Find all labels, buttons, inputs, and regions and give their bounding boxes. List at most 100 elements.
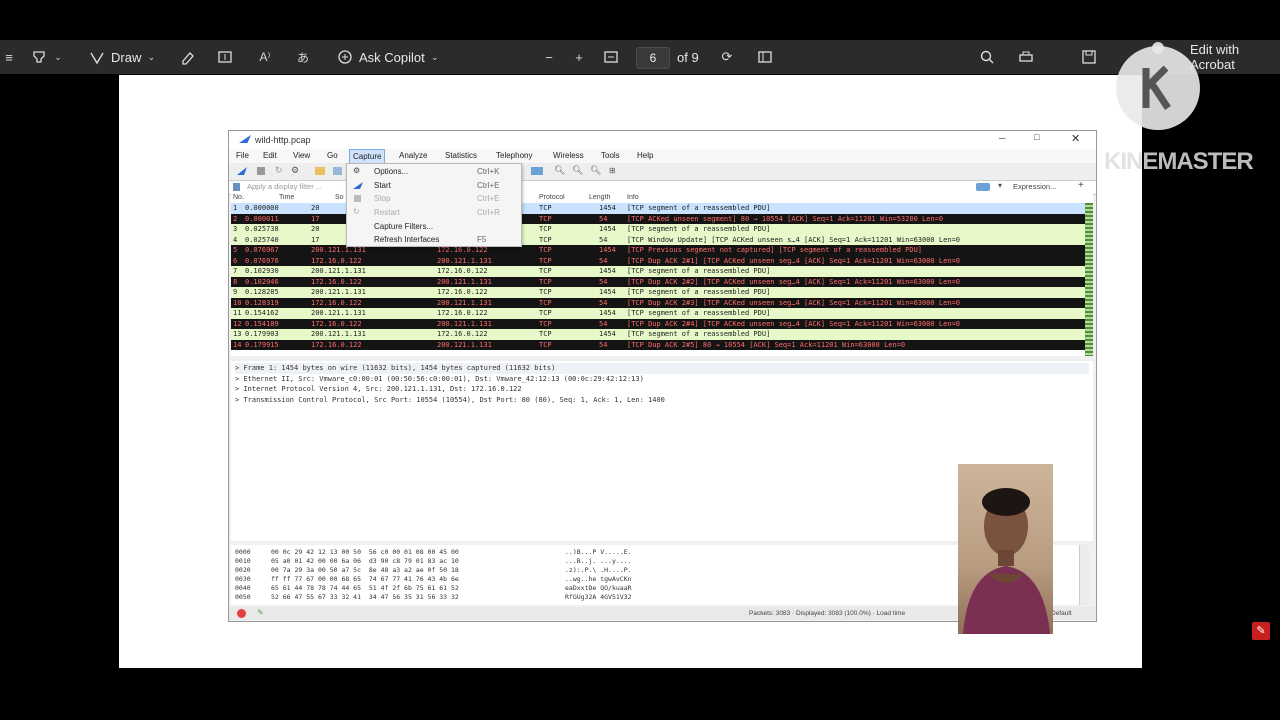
search-button[interactable] [978,40,996,74]
packet-time: 0.076967 [245,246,279,254]
packet-length: 1454 [599,225,616,233]
print-button[interactable] [1017,40,1035,74]
read-aloud-icon: A⁾ [259,50,271,64]
fit-page-button[interactable] [602,40,620,74]
bookmark-icon[interactable] [233,183,240,191]
menu-go[interactable]: Go [327,151,338,160]
zoom-out-button[interactable]: − [540,40,558,74]
col-source[interactable]: So [335,194,344,201]
draw-button[interactable]: Draw ⌄ [88,40,156,74]
menu-item-options[interactable]: ⚙ Options... Ctrl+K [347,165,521,178]
table-row[interactable]: 14 0.179915 172.16.0.122 200.121.1.131 TCP 54… [231,339,1093,350]
col-info[interactable]: Info [627,194,639,201]
menu-tools[interactable]: Tools [601,151,620,160]
expert-info-icon[interactable] [237,609,246,618]
packet-destination: 200.121.1.131 [437,277,492,286]
packet-protocol: TCP [539,246,552,254]
read-aloud-button[interactable]: A⁾ [256,40,274,74]
menu-telephony[interactable]: Telephony [496,151,532,160]
table-row[interactable]: 11 0.154162 200.121.1.131 172.16.0.122 TCP 14… [231,308,1093,319]
stop-capture-icon[interactable] [257,167,265,175]
menu-item-label: Restart [374,208,400,217]
display-filter-input[interactable]: Apply a display filter ... [247,182,322,191]
packet-source: 172.16.0.122 [311,256,362,265]
apply-filter-arrow-icon[interactable] [976,183,990,191]
menu-icon[interactable]: ≡ [0,40,18,74]
packet-length: 1454 [599,309,616,317]
packet-time: 0.154162 [245,309,279,317]
save-button[interactable] [1080,40,1098,74]
detail-tree-item[interactable]: > Internet Protocol Version 4, Src: 200.… [235,384,1089,395]
maximize-icon[interactable]: □ [1034,132,1039,142]
menu-item-refresh-interfaces[interactable]: Refresh Interfaces F5 [347,233,521,246]
zoom-in-icon[interactable]: 🔍︎ [554,165,565,176]
col-protocol[interactable]: Protocol [539,194,565,201]
detail-tree-item[interactable]: > Frame 1: 1454 bytes on wire (11632 bit… [235,363,1089,374]
eraser-button[interactable] [178,40,196,74]
menu-capture[interactable]: Capture [349,149,386,164]
close-icon[interactable]: ✕ [1071,132,1080,145]
menu-help[interactable]: Help [637,151,653,160]
table-row[interactable]: 8 0.102946 172.16.0.122 200.121.1.131 TCP 54 [… [231,276,1093,287]
detail-tree-item[interactable]: > Transmission Control Protocol, Src Por… [235,395,1089,406]
capture-options-icon[interactable]: ⚙ [291,165,299,176]
packet-length: 54 [599,319,608,328]
packet-no: 11 [233,309,242,317]
translate-button[interactable]: あ [294,40,312,74]
menu-file[interactable]: File [236,151,249,160]
menu-view[interactable]: View [293,151,310,160]
text-box-button[interactable] [216,40,234,74]
page-number-input[interactable]: 6 [636,47,670,69]
profile-label[interactable]: Default [1051,610,1072,617]
col-length[interactable]: Length [589,194,610,201]
open-file-icon[interactable] [315,167,325,175]
table-row[interactable]: 7 0.102930 200.121.1.131 172.16.0.122 TCP 145… [231,266,1093,277]
normal-size-icon[interactable]: 🔍︎ [590,165,601,176]
menu-edit[interactable]: Edit [263,151,277,160]
ask-copilot-button[interactable]: Ask Copilot ⌄ [336,40,440,74]
zoom-in-button[interactable]: + [570,40,588,74]
table-row[interactable]: 10 0.128319 172.16.0.122 200.121.1.131 TCP 54… [231,297,1093,308]
highlight-tool[interactable]: ⌄ [30,40,63,74]
menu-item-start[interactable]: Start Ctrl+E [347,179,521,192]
packet-protocol: TCP [539,267,552,275]
capture-menu-dropdown: ⚙ Options... Ctrl+K Start Ctrl+E Stop Ct… [346,163,522,247]
col-time[interactable]: Time [279,194,294,201]
menu-item-restart[interactable]: ↻ Restart Ctrl+R [347,206,521,219]
save-file-icon[interactable] [333,167,342,175]
packet-length: 1454 [599,204,616,212]
menu-wireless[interactable]: Wireless [553,151,584,160]
zoom-out-icon[interactable]: 🔍︎ [572,165,583,176]
start-capture-icon[interactable] [237,167,247,175]
menu-item-stop[interactable]: Stop Ctrl+E [347,192,521,205]
colorize-icon[interactable] [531,167,543,175]
packet-no: 1 [233,204,238,212]
menu-analyze[interactable]: Analyze [399,151,427,160]
expression-button[interactable]: Expression... [1013,182,1056,191]
table-row[interactable]: 9 0.128285 200.121.1.131 172.16.0.122 TCP 145… [231,287,1093,298]
capture-file-icon[interactable]: ✎ [257,608,264,617]
col-no[interactable]: No. [233,194,244,201]
bytes-scrollbar[interactable] [1079,545,1089,605]
packet-protocol: TCP [539,214,552,223]
rotate-button[interactable]: ⟳ [718,40,736,74]
wireshark-menubar: File Edit View Go Capture Analyze Statis… [229,149,1096,164]
restart-capture-icon[interactable]: ↻ [275,165,283,176]
menu-item-capture-filters[interactable]: Capture Filters... [347,220,521,233]
add-filter-button[interactable]: + [1078,180,1084,191]
filter-dropdown-icon[interactable]: ▾ [998,181,1002,190]
minimize-icon[interactable]: ─ [999,133,1005,143]
table-row[interactable]: 12 0.154189 172.16.0.122 200.121.1.131 TCP 54… [231,318,1093,329]
detail-tree-item[interactable]: > Ethernet II, Src: Vmware_c0:00:01 (00:… [235,374,1089,385]
packet-source: 200.121.1.131 [311,330,366,338]
packet-list-scrollbar[interactable] [1085,203,1093,356]
table-row[interactable]: 6 0.076976 172.16.0.122 200.121.1.131 TCP 54 [… [231,255,1093,266]
acrobat-icon[interactable]: ✎ [1252,622,1270,640]
table-row[interactable]: 13 0.179903 200.121.1.131 172.16.0.122 TCP 14… [231,329,1093,340]
resize-columns-icon[interactable]: ⊞ [609,166,616,175]
menu-item-label: Stop [374,194,391,203]
packet-protocol: TCP [539,256,552,265]
page-view-button[interactable] [756,40,774,74]
menu-statistics[interactable]: Statistics [445,151,477,160]
packet-time: 0.102946 [245,277,279,286]
